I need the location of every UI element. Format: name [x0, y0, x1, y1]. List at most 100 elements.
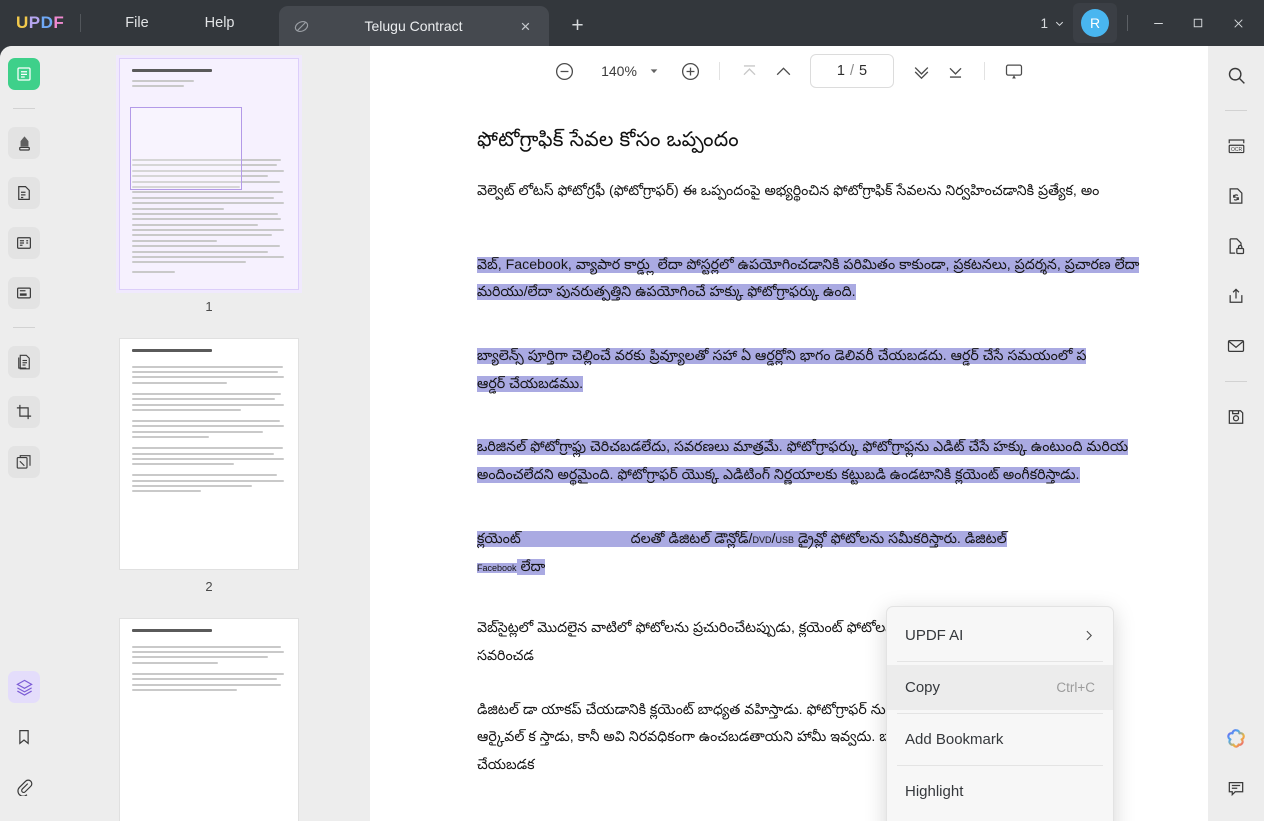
- page-scroll-area[interactable]: ఫోటోగ్రాఫిక్ సేవల కోసం ఒప్పందం వెల్వెట్ …: [370, 96, 1208, 821]
- sidebar-item-form-fill[interactable]: [8, 277, 40, 309]
- thumbnail-item[interactable]: 1: [48, 58, 370, 338]
- paragraph-line: మరియు/లేదా పునరుత్పత్తిని ఉపయోగించే హక్క…: [477, 284, 856, 300]
- updf-logo: U P D F: [16, 13, 64, 33]
- tab-telugu-contract[interactable]: Telugu Contract ×: [279, 6, 549, 46]
- right-rail-divider-2: [1225, 381, 1247, 382]
- document-paragraph: వెల్వెట్ లోటస్ ఫోటోగ్రఫీ (ఫోటోగ్రాఫర్) ఈ…: [477, 178, 1189, 206]
- paragraph-line: ఆర్కైవల్ క స్తాడు, కానీ అవి నిరవధికంగా ఉ…: [477, 729, 930, 745]
- tab-bar: Telugu Contract × +: [279, 0, 593, 46]
- sidebar-item-comments-panel[interactable]: [1219, 771, 1253, 805]
- first-page-button[interactable]: [732, 54, 766, 88]
- context-menu-item-copy[interactable]: Copy Ctrl+C: [887, 665, 1113, 710]
- thumbnail-item[interactable]: 3: [48, 618, 370, 821]
- paragraph-line: వెల్వెట్ లోటస్ ఫోటోగ్రఫీ (ఫోటోగ్రాఫర్) ఈ…: [477, 183, 1099, 199]
- zoom-level-label[interactable]: 140%: [595, 63, 643, 79]
- close-icon[interactable]: ×: [515, 15, 537, 37]
- context-menu-item-add-bookmark[interactable]: Add Bookmark: [887, 717, 1113, 762]
- logo-letter-f: F: [53, 13, 64, 33]
- document-paragraph-selected: వెబ్, Facebook, వ్యాపార కార్డ్లు లేదా పో…: [477, 252, 1189, 307]
- crop-icon: [15, 403, 33, 421]
- menu-file[interactable]: File: [111, 9, 162, 37]
- next-page-button[interactable]: [904, 54, 938, 88]
- pdf-viewer: 140%: [370, 46, 1208, 821]
- context-menu-item-highlight[interactable]: Highlight: [887, 769, 1113, 814]
- comment-bubble-icon: [1226, 778, 1246, 798]
- sidebar-item-convert[interactable]: [1219, 179, 1253, 213]
- sidebar-item-ocr[interactable]: OCR: [1219, 129, 1253, 163]
- sidebar-item-layers-panel[interactable]: [8, 671, 40, 703]
- paragraph-line: క్లయెంట్ ందలతో డిజిటల్ డౌన్లోడ్/DVD/USB …: [477, 531, 1007, 547]
- document-title: ఫోటోగ్రాఫిక్ సేవల కోసం ఒప్పందం: [477, 128, 1189, 156]
- layers-icon: [15, 678, 34, 697]
- close-window-button[interactable]: [1218, 0, 1258, 46]
- zoom-dropdown-button[interactable]: [643, 56, 665, 86]
- left-tool-rail: [0, 46, 48, 821]
- new-tab-button[interactable]: +: [563, 11, 593, 41]
- line-tail: డ్రైవ్లో ఫోటోలను సమీకరిస్తారు. డిజిటల్: [794, 531, 1007, 547]
- reader-icon: [15, 65, 33, 83]
- sidebar-item-compare[interactable]: [8, 346, 40, 378]
- context-menu-separator: [897, 765, 1103, 766]
- logo-letter-p: P: [29, 13, 41, 33]
- last-page-button[interactable]: [938, 54, 972, 88]
- sidebar-item-save[interactable]: [1219, 400, 1253, 434]
- sidebar-item-reader-mode[interactable]: [8, 58, 40, 90]
- avatar-button[interactable]: R: [1073, 3, 1117, 43]
- context-menu-shortcut: Ctrl+C: [1056, 680, 1095, 695]
- chevron-right-icon: [1082, 629, 1095, 642]
- envelope-icon: [1226, 336, 1246, 356]
- sidebar-item-edit-pdf[interactable]: [8, 177, 40, 209]
- avatar: R: [1081, 9, 1109, 37]
- sidebar-item-organize-pages[interactable]: [8, 446, 40, 478]
- thumbnail-page-1[interactable]: [119, 58, 299, 290]
- sidebar-item-bookmarks-panel[interactable]: [8, 721, 40, 753]
- context-menu-label: UPDF AI: [905, 627, 963, 644]
- save-floppy-icon: [1226, 407, 1246, 427]
- thumbnail-selection-box: [130, 107, 242, 190]
- sidebar-item-protect[interactable]: [1219, 229, 1253, 263]
- maximize-button[interactable]: [1178, 0, 1218, 46]
- zoom-in-button[interactable]: [673, 54, 707, 88]
- paragraph-line: వెబ్, Facebook, వ్యాపార కార్డ్లు లేదా పో…: [477, 257, 1139, 273]
- line-small-facebook: Facebook: [477, 563, 517, 573]
- paragraph-line: డిజిటల్ డా యాకప్ చేయడానికి క్లయెంట్ బాధ్…: [477, 702, 919, 718]
- sidebar-item-updf-ai-assistant[interactable]: [1219, 721, 1253, 755]
- page-number-input[interactable]: 1 / 5: [810, 54, 894, 88]
- presentation-mode-button[interactable]: [997, 54, 1031, 88]
- thumbnail-page-3[interactable]: [119, 618, 299, 821]
- thumbnail-page-2[interactable]: [119, 338, 299, 570]
- sidebar-item-search[interactable]: [1219, 58, 1253, 92]
- sidebar-item-attachments-panel[interactable]: [8, 771, 40, 803]
- document-paragraph-selected: ఒరిజినల్ ఫోటోగ్రాఫ్లు చెరిచబడలేదు, సవరణల…: [477, 434, 1189, 489]
- sidebar-item-annotate[interactable]: [8, 127, 40, 159]
- sidebar-item-share[interactable]: [1219, 279, 1253, 313]
- previous-page-button[interactable]: [766, 54, 800, 88]
- minimize-button[interactable]: [1138, 0, 1178, 46]
- context-menu-label: Add Bookmark: [905, 731, 1003, 748]
- context-menu-item-strikethrough[interactable]: Strikethrough: [887, 814, 1113, 821]
- zoom-out-button[interactable]: [547, 54, 581, 88]
- right-rail-bottom-group: [1219, 721, 1253, 821]
- logo-letter-u: U: [16, 13, 29, 33]
- thumbnail-item[interactable]: 2: [48, 338, 370, 618]
- current-page-value: 1: [837, 63, 845, 79]
- line-pre: క్లయెంట్: [477, 531, 521, 547]
- sidebar-item-crop-pages[interactable]: [8, 396, 40, 428]
- chevron-down-icon: [1054, 18, 1065, 29]
- toolbar-divider-2: [984, 62, 985, 80]
- sidebar-item-email[interactable]: [1219, 329, 1253, 363]
- context-menu[interactable]: UPDF AI Copy Ctrl+C Add Bookmar: [886, 606, 1114, 821]
- paragraph-line: ఆర్డర్ చేయబడము.: [477, 376, 583, 392]
- updf-application-window: U P D F File Help Telugu Contract × +: [0, 0, 1264, 821]
- right-rail-divider-1: [1225, 110, 1247, 111]
- account-count-dropdown[interactable]: 1: [1032, 11, 1073, 36]
- context-menu-separator: [897, 661, 1103, 662]
- sidebar-item-page-list[interactable]: [8, 227, 40, 259]
- page-thumbnail-panel[interactable]: 1: [48, 46, 370, 821]
- menu-help[interactable]: Help: [191, 9, 249, 37]
- total-pages-value: 5: [859, 63, 867, 79]
- rail-divider-1: [13, 108, 35, 109]
- context-menu-item-updf-ai[interactable]: UPDF AI: [887, 613, 1113, 658]
- paragraph-line: చేయబడక: [477, 757, 535, 773]
- convert-document-icon: [1226, 186, 1246, 206]
